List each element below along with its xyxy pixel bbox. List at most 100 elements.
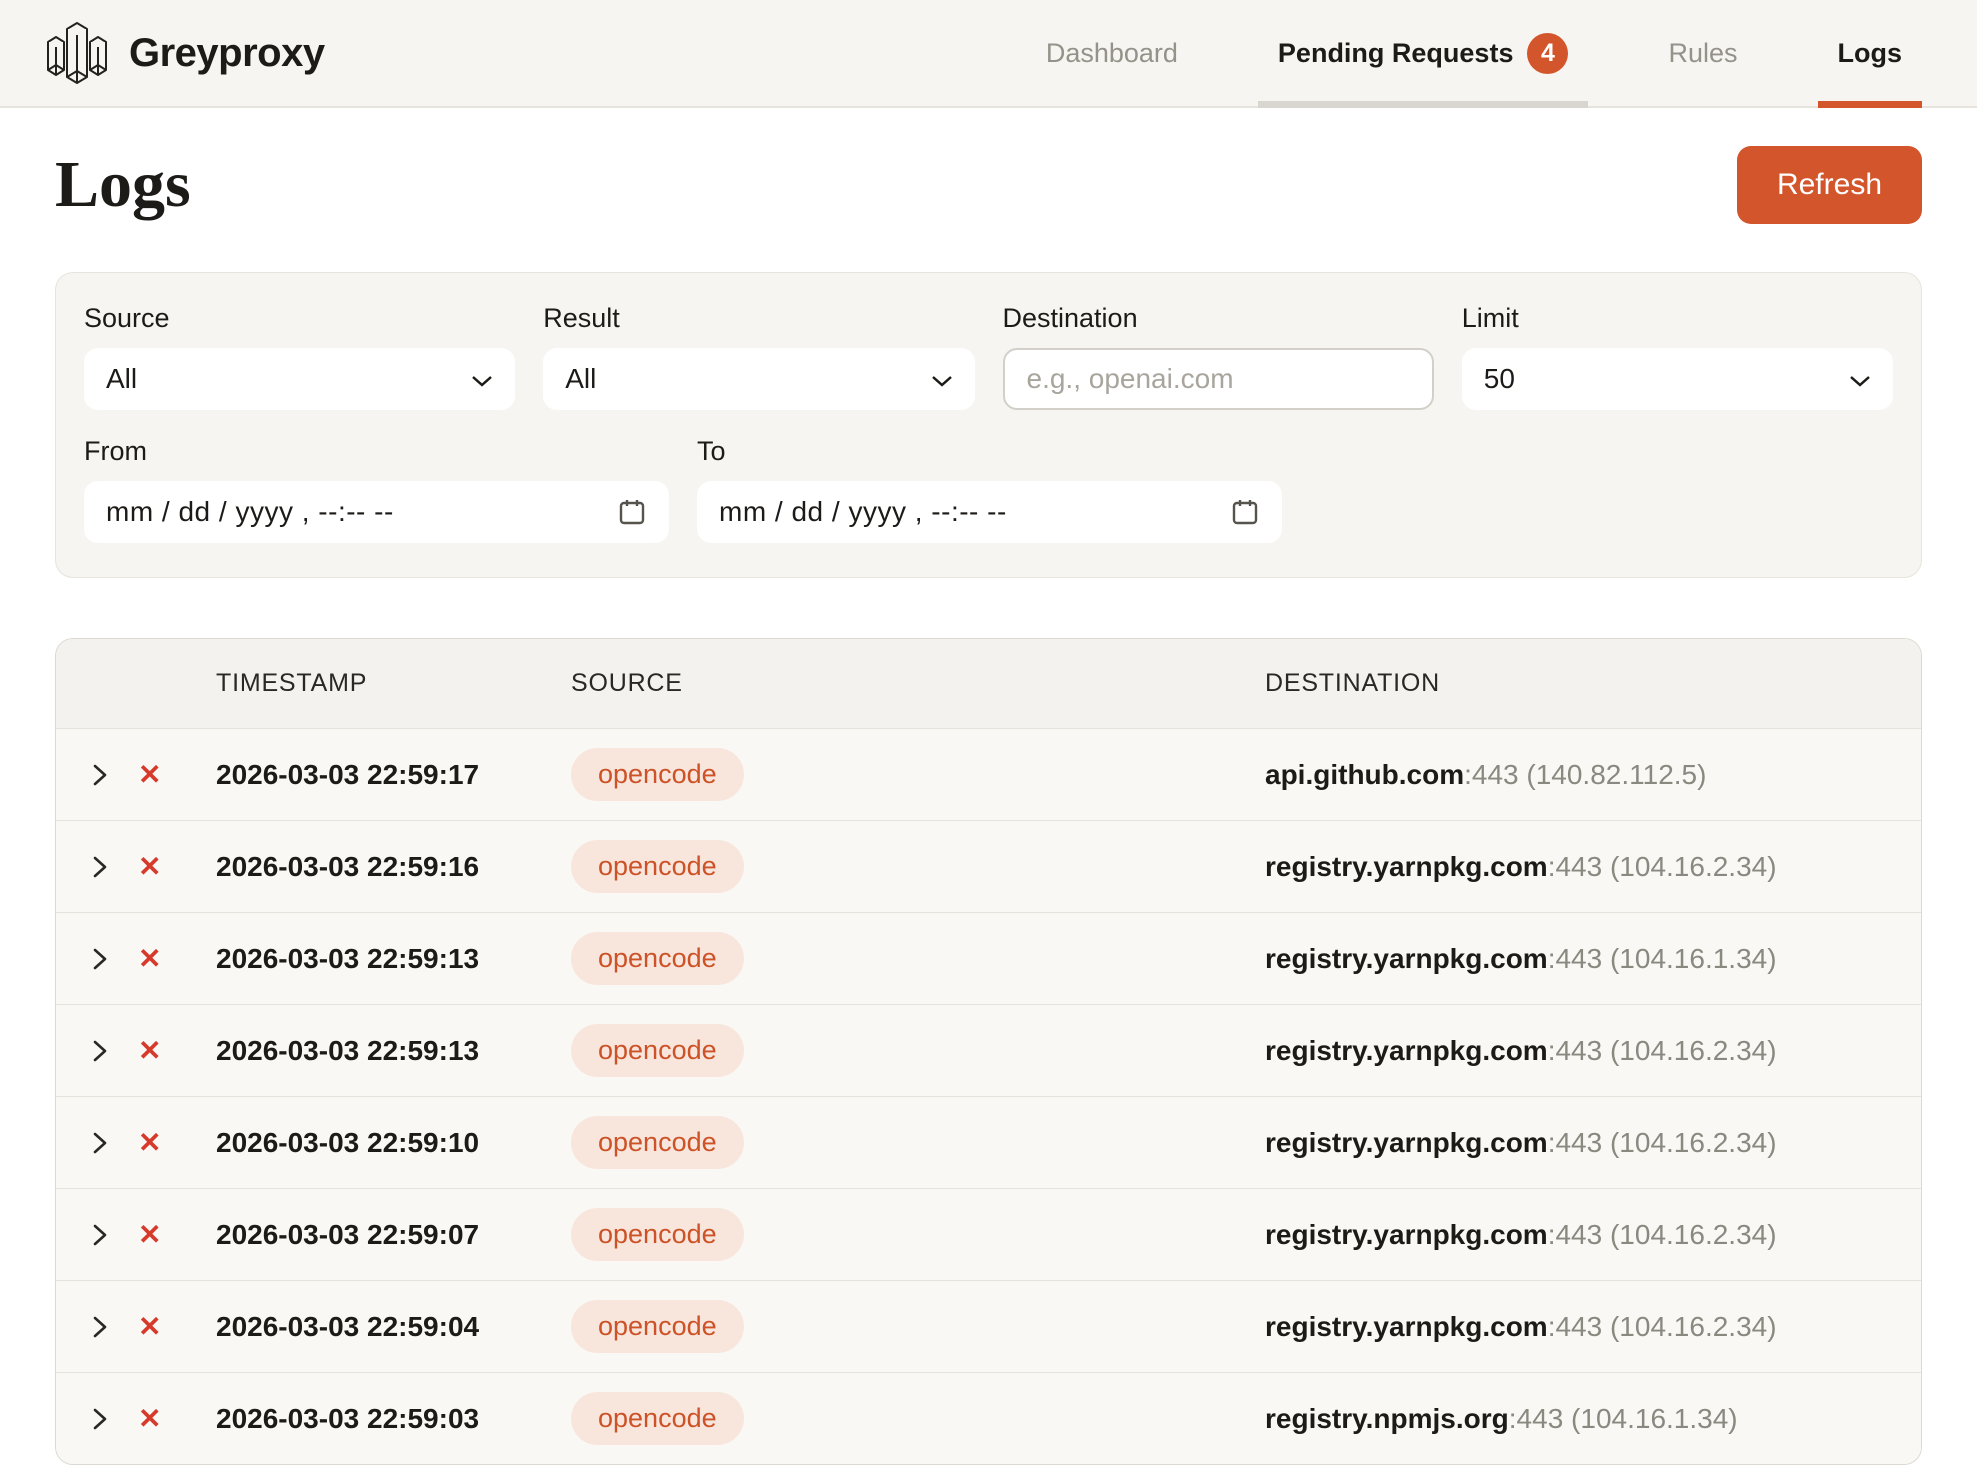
expand-row-button[interactable] <box>89 1222 111 1248</box>
delete-log-button[interactable]: ✕ <box>138 853 161 881</box>
app-header: Greyproxy Dashboard Pending Requests 4 R… <box>0 0 1977 108</box>
expand-row-button[interactable] <box>89 1130 111 1156</box>
close-icon: ✕ <box>138 761 161 789</box>
calendar-icon[interactable] <box>1230 497 1260 527</box>
row-source-cell: opencode <box>571 748 1265 801</box>
destination-host: api.github.com <box>1265 759 1464 790</box>
source-badge: opencode <box>571 1024 744 1077</box>
close-icon: ✕ <box>138 945 161 973</box>
delete-log-button[interactable]: ✕ <box>138 761 161 789</box>
row-destination-cell: registry.yarnpkg.com:443 (104.16.2.34) <box>1265 1127 1921 1159</box>
log-table: TIMESTAMP SOURCE DESTINATION ✕ 2026-03-0… <box>55 638 1922 1465</box>
source-label: Source <box>84 303 515 334</box>
close-icon: ✕ <box>138 1129 161 1157</box>
result-select-value: All <box>565 363 596 395</box>
destination-placeholder: e.g., openai.com <box>1027 363 1234 395</box>
filter-panel: Source All Result All Destinat <box>55 272 1922 578</box>
expand-row-button[interactable] <box>89 1406 111 1432</box>
expand-row-button[interactable] <box>89 946 111 972</box>
destination-port: :443 <box>1464 759 1519 790</box>
filter-result: Result All <box>543 303 974 410</box>
brand: Greyproxy <box>45 0 325 106</box>
expand-row-button[interactable] <box>89 1314 111 1340</box>
destination-ip: (140.82.112.5) <box>1526 759 1706 790</box>
limit-select[interactable]: 50 <box>1462 348 1893 410</box>
chevron-right-icon <box>89 1222 111 1248</box>
row-source-cell: opencode <box>571 1024 1265 1077</box>
destination-ip: (104.16.2.34) <box>1610 1219 1777 1250</box>
delete-log-button[interactable]: ✕ <box>138 1221 161 1249</box>
log-table-body: ✕ 2026-03-03 22:59:17 opencode api.githu… <box>56 728 1921 1464</box>
row-destination-cell: registry.yarnpkg.com:443 (104.16.1.34) <box>1265 943 1921 975</box>
expand-row-button[interactable] <box>89 762 111 788</box>
chevron-right-icon <box>89 762 111 788</box>
delete-log-button[interactable]: ✕ <box>138 945 161 973</box>
result-label: Result <box>543 303 974 334</box>
filter-source: Source All <box>84 303 515 410</box>
tab-logs-active-indicator <box>1818 101 1923 108</box>
destination-ip: (104.16.2.34) <box>1610 1035 1777 1066</box>
destination-host: registry.yarnpkg.com <box>1265 1219 1548 1250</box>
close-icon: ✕ <box>138 853 161 881</box>
close-icon: ✕ <box>138 1405 161 1433</box>
row-actions-cell: ✕ <box>56 1129 216 1157</box>
filter-limit: Limit 50 <box>1462 303 1893 410</box>
calendar-icon[interactable] <box>617 497 647 527</box>
close-icon: ✕ <box>138 1221 161 1249</box>
row-source-cell: opencode <box>571 840 1265 893</box>
table-row: ✕ 2026-03-03 22:59:10 opencode registry.… <box>56 1096 1921 1188</box>
source-badge: opencode <box>571 1300 744 1353</box>
delete-log-button[interactable]: ✕ <box>138 1037 161 1065</box>
row-actions-cell: ✕ <box>56 1221 216 1249</box>
header-destination: DESTINATION <box>1265 669 1921 698</box>
destination-ip: (104.16.1.34) <box>1610 943 1777 974</box>
source-badge: opencode <box>571 1208 744 1261</box>
page-head: Logs Refresh <box>55 146 1922 224</box>
row-actions-cell: ✕ <box>56 945 216 973</box>
row-destination-cell: api.github.com:443 (140.82.112.5) <box>1265 759 1921 791</box>
tab-pending-requests[interactable]: Pending Requests 4 <box>1258 0 1589 106</box>
expand-row-button[interactable] <box>89 1038 111 1064</box>
row-actions-cell: ✕ <box>56 761 216 789</box>
expand-row-button[interactable] <box>89 854 111 880</box>
destination-port: :443 <box>1548 943 1603 974</box>
row-actions-cell: ✕ <box>56 1313 216 1341</box>
row-actions-cell: ✕ <box>56 1405 216 1433</box>
destination-port: :443 <box>1509 1403 1564 1434</box>
destination-ip: (104.16.2.34) <box>1610 851 1777 882</box>
row-source-cell: opencode <box>571 932 1265 985</box>
destination-host: registry.yarnpkg.com <box>1265 1127 1548 1158</box>
tab-pending-indicator <box>1258 101 1589 108</box>
chevron-right-icon <box>89 854 111 880</box>
source-select[interactable]: All <box>84 348 515 410</box>
destination-port: :443 <box>1548 851 1603 882</box>
result-select[interactable]: All <box>543 348 974 410</box>
row-timestamp: 2026-03-03 22:59:17 <box>216 759 571 791</box>
row-destination-cell: registry.yarnpkg.com:443 (104.16.2.34) <box>1265 851 1921 883</box>
table-row: ✕ 2026-03-03 22:59:16 opencode registry.… <box>56 820 1921 912</box>
chevron-down-icon <box>931 363 953 395</box>
row-source-cell: opencode <box>571 1116 1265 1169</box>
destination-host: registry.yarnpkg.com <box>1265 1035 1548 1066</box>
source-badge: opencode <box>571 1116 744 1169</box>
tab-logs-label: Logs <box>1838 38 1903 69</box>
row-source-cell: opencode <box>571 1300 1265 1353</box>
refresh-button[interactable]: Refresh <box>1737 146 1922 224</box>
destination-ip: (104.16.2.34) <box>1610 1311 1777 1342</box>
source-badge: opencode <box>571 1392 744 1445</box>
destination-ip: (104.16.1.34) <box>1571 1403 1738 1434</box>
filter-destination: Destination e.g., openai.com <box>1003 303 1434 410</box>
delete-log-button[interactable]: ✕ <box>138 1313 161 1341</box>
destination-input[interactable]: e.g., openai.com <box>1003 348 1434 410</box>
delete-log-button[interactable]: ✕ <box>138 1129 161 1157</box>
delete-log-button[interactable]: ✕ <box>138 1405 161 1433</box>
destination-port: :443 <box>1548 1127 1603 1158</box>
to-label: To <box>697 436 1282 467</box>
tab-logs[interactable]: Logs <box>1818 0 1923 106</box>
to-datetime-input[interactable]: mm / dd / yyyy , --:-- -- <box>697 481 1282 543</box>
tab-dashboard[interactable]: Dashboard <box>1026 0 1198 106</box>
tab-rules[interactable]: Rules <box>1648 0 1757 106</box>
chevron-right-icon <box>89 1314 111 1340</box>
from-datetime-input[interactable]: mm / dd / yyyy , --:-- -- <box>84 481 669 543</box>
destination-port: :443 <box>1548 1219 1603 1250</box>
